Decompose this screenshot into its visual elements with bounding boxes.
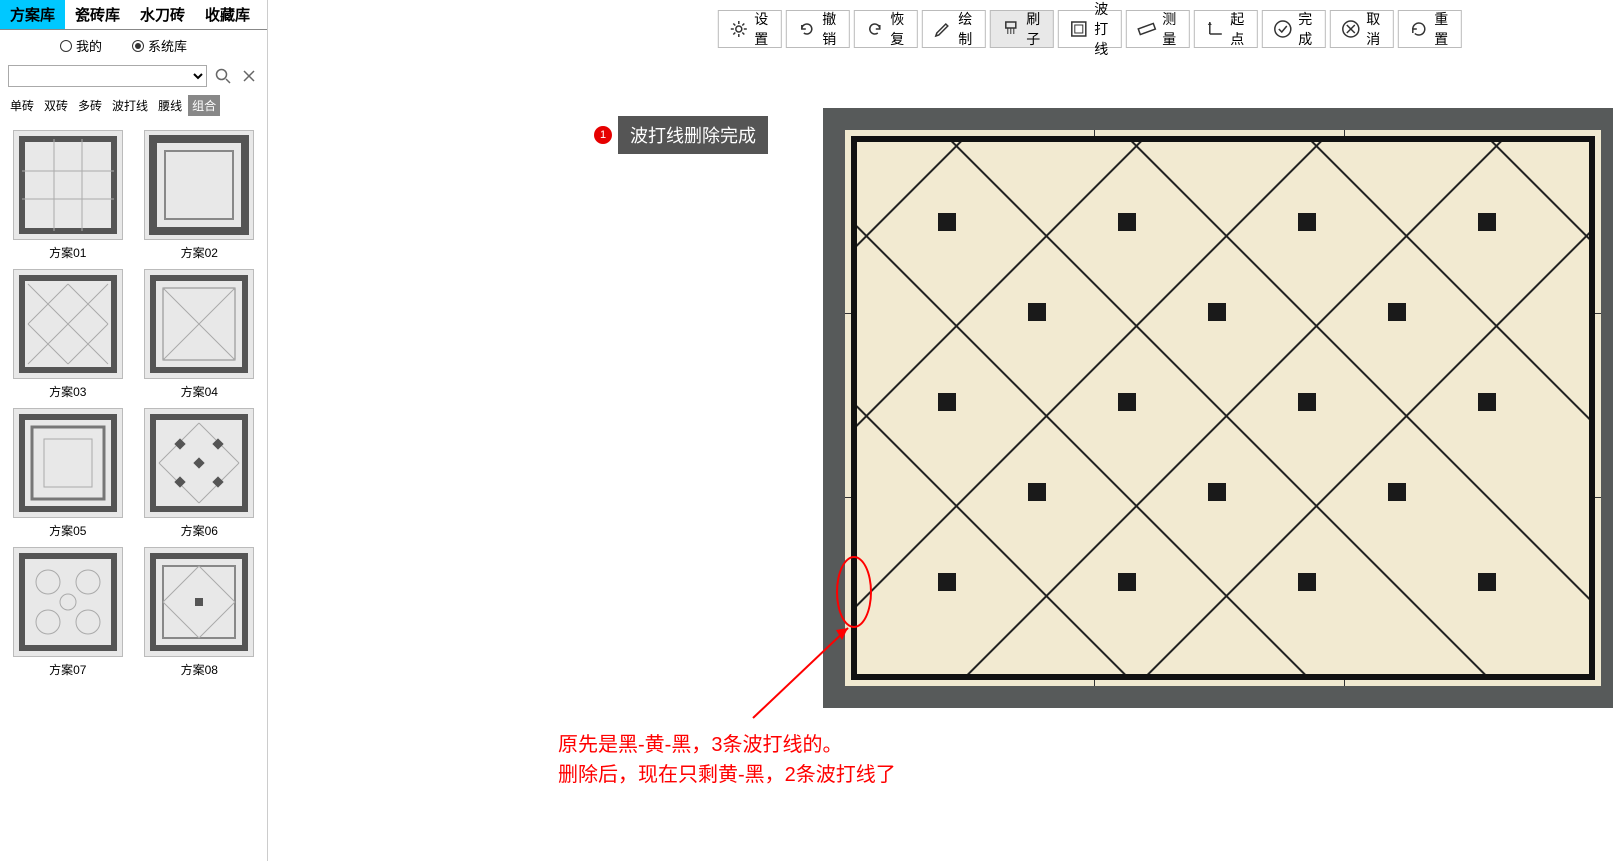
border-icon	[1068, 18, 1088, 40]
radio-mine-label: 我的	[76, 36, 102, 55]
radio-circle-checked-icon	[132, 40, 144, 52]
pattern-04-thumb	[144, 269, 254, 379]
tool-brush[interactable]: 刷子	[989, 10, 1053, 48]
origin-icon	[1204, 18, 1224, 40]
search-row	[0, 61, 267, 91]
ruler-icon	[1136, 18, 1156, 40]
tool-finish-label: 完成	[1298, 9, 1314, 49]
brush-icon	[1000, 18, 1020, 40]
gear-icon	[728, 18, 748, 40]
toast-message: 1 波打线删除完成	[594, 116, 768, 154]
reset-icon	[1408, 18, 1428, 40]
tab-waterjet-tile[interactable]: 水刀砖	[130, 0, 195, 29]
radio-mine[interactable]: 我的	[60, 36, 102, 55]
tool-origin-label: 起点	[1230, 9, 1246, 49]
radio-system-label: 系统库	[148, 36, 187, 55]
annotation-text: 原先是黑-黄-黑，3条波打线的。 删除后，现在只剩黄-黑，2条波打线了	[558, 730, 896, 790]
tool-brush-label: 刷子	[1026, 9, 1042, 49]
pattern-05-label: 方案05	[49, 522, 86, 539]
pattern-01[interactable]: 方案01	[10, 130, 126, 261]
tool-undo[interactable]: 撤销	[785, 10, 849, 48]
sidebar: 方案库 瓷砖库 水刀砖 收藏库 我的 系统库 单砖 双砖 多砖 波打线 腰线 组…	[0, 0, 268, 861]
canvas-area: 设置 撤销 恢复 绘制 刷子 波打线 测量 起点	[268, 0, 1613, 861]
pattern-grid: 方案01 方案02 方案03 方案04 方案05	[0, 120, 267, 688]
tool-settings-label: 设置	[754, 9, 770, 49]
pattern-06-label: 方案06	[181, 522, 218, 539]
subtab-borderline[interactable]: 波打线	[108, 95, 152, 116]
cancel-icon	[1340, 18, 1360, 40]
subtab-double[interactable]: 双砖	[40, 95, 72, 116]
tab-plan-library[interactable]: 方案库	[0, 0, 65, 29]
pattern-05-thumb	[13, 408, 123, 518]
pattern-06-thumb	[144, 408, 254, 518]
pattern-03[interactable]: 方案03	[10, 269, 126, 400]
pattern-08-thumb	[144, 547, 254, 657]
tool-settings[interactable]: 设置	[717, 10, 781, 48]
annotation-ellipse	[836, 556, 872, 628]
tool-origin[interactable]: 起点	[1193, 10, 1257, 48]
annotation-line1: 原先是黑-黄-黑，3条波打线的。	[558, 730, 896, 760]
tool-border-label: 波打线	[1094, 0, 1110, 59]
pattern-05[interactable]: 方案05	[10, 408, 126, 539]
tab-tile-library[interactable]: 瓷砖库	[65, 0, 130, 29]
pattern-08-label: 方案08	[181, 661, 218, 678]
pattern-07-thumb	[13, 547, 123, 657]
subtab-combo[interactable]: 组合	[188, 95, 220, 116]
tool-redo-label: 恢复	[890, 9, 906, 49]
tool-measure[interactable]: 测量	[1125, 10, 1189, 48]
sub-tabs: 单砖 双砖 多砖 波打线 腰线 组合	[0, 91, 267, 120]
undo-icon	[796, 18, 816, 40]
search-select[interactable]	[8, 65, 207, 87]
tool-cancel[interactable]: 取消	[1329, 10, 1393, 48]
subtab-waist[interactable]: 腰线	[154, 95, 186, 116]
toast-text: 波打线删除完成	[618, 116, 768, 154]
close-icon[interactable]	[239, 66, 259, 86]
redo-icon	[864, 18, 884, 40]
annotation-line2: 删除后，现在只剩黄-黑，2条波打线了	[558, 760, 896, 790]
tool-draw[interactable]: 绘制	[921, 10, 985, 48]
tool-cancel-label: 取消	[1366, 9, 1382, 49]
tool-finish[interactable]: 完成	[1261, 10, 1325, 48]
tool-reset[interactable]: 重置	[1397, 10, 1461, 48]
tool-undo-label: 撤销	[822, 9, 838, 49]
toast-badge: 1	[594, 126, 612, 144]
pattern-04-label: 方案04	[181, 383, 218, 400]
pattern-06[interactable]: 方案06	[142, 408, 258, 539]
subtab-single[interactable]: 单砖	[6, 95, 38, 116]
tab-favorites[interactable]: 收藏库	[195, 0, 260, 29]
library-source-radio-group: 我的 系统库	[0, 30, 267, 61]
pattern-08[interactable]: 方案08	[142, 547, 258, 678]
top-toolbar: 设置 撤销 恢复 绘制 刷子 波打线 测量 起点	[717, 10, 1461, 48]
pattern-03-label: 方案03	[49, 383, 86, 400]
pattern-03-thumb	[13, 269, 123, 379]
tool-draw-label: 绘制	[958, 9, 974, 49]
pattern-02-thumb	[144, 130, 254, 240]
pattern-01-label: 方案01	[49, 244, 86, 261]
pattern-07[interactable]: 方案07	[10, 547, 126, 678]
pattern-02-label: 方案02	[181, 244, 218, 261]
tile-design-preview[interactable]	[823, 108, 1613, 708]
check-icon	[1272, 18, 1292, 40]
pattern-04[interactable]: 方案04	[142, 269, 258, 400]
radio-circle-icon	[60, 40, 72, 52]
subtab-multi[interactable]: 多砖	[74, 95, 106, 116]
search-icon[interactable]	[213, 66, 233, 86]
tool-redo[interactable]: 恢复	[853, 10, 917, 48]
radio-system[interactable]: 系统库	[132, 36, 187, 55]
tool-border[interactable]: 波打线	[1057, 10, 1121, 48]
pattern-07-label: 方案07	[49, 661, 86, 678]
tool-measure-label: 测量	[1162, 9, 1178, 49]
pattern-02[interactable]: 方案02	[142, 130, 258, 261]
tool-reset-label: 重置	[1434, 9, 1450, 49]
main-tabs: 方案库 瓷砖库 水刀砖 收藏库	[0, 0, 267, 30]
pattern-01-thumb	[13, 130, 123, 240]
pencil-icon	[932, 18, 952, 40]
